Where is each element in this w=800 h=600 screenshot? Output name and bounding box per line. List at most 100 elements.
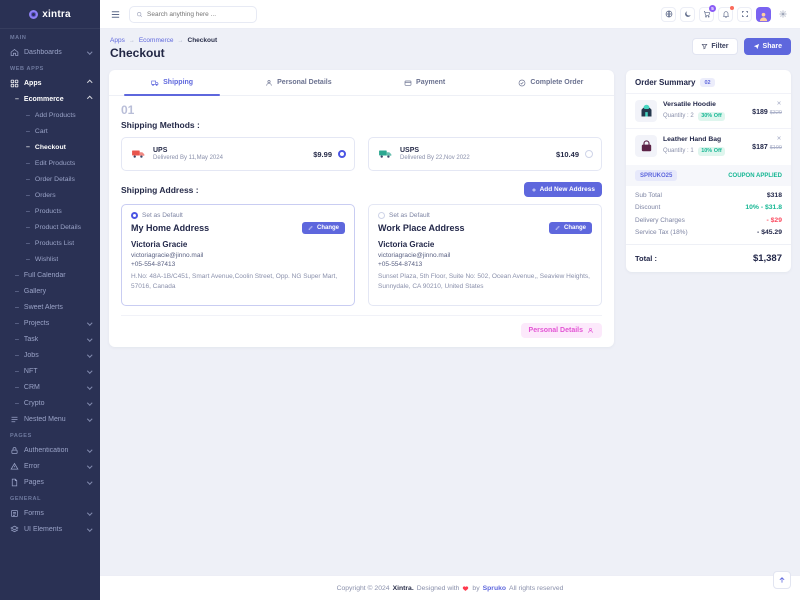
method-radio-selected[interactable] (338, 150, 346, 158)
nested-menu-icon (10, 415, 19, 424)
address-title: Work Place Address (378, 223, 465, 233)
sidebar-item-products-list[interactable]: Products List (0, 235, 100, 251)
sidebar-item-product-details[interactable]: Product Details (0, 219, 100, 235)
share-button[interactable]: Share (744, 38, 791, 55)
language-button[interactable] (661, 7, 676, 22)
sidebar-item-ecommerce[interactable]: Ecommerce (0, 91, 100, 107)
change-address-button[interactable]: Change (302, 222, 345, 234)
user-avatar[interactable] (756, 7, 771, 22)
brand-logo-icon (29, 10, 38, 19)
coupon-status: COUPON APPLIED (728, 173, 782, 179)
global-search[interactable] (129, 6, 257, 23)
breadcrumb-arrow-icon: → (129, 38, 135, 44)
search-input[interactable] (147, 11, 250, 18)
address-card-work[interactable]: Set as Default Work Place Address Change… (368, 204, 602, 306)
sidebar-item-gallery[interactable]: Gallery (0, 283, 100, 299)
sidebar: xintra MAIN Dashboards WEB APPS Apps Eco… (0, 0, 100, 600)
scroll-to-top-button[interactable] (773, 571, 791, 589)
sidebar-item-label: Ecommerce (24, 96, 64, 103)
sidebar-item-cart[interactable]: Cart (0, 123, 100, 139)
sidebar-item-projects[interactable]: Projects (0, 315, 100, 331)
checkout-wizard-card: Shipping Personal Details Payment Comple… (109, 70, 614, 347)
dark-mode-button[interactable] (680, 7, 695, 22)
total-value: $1,387 (753, 253, 782, 264)
brand-logo[interactable]: xintra (0, 0, 100, 29)
sidebar-item-label: CRM (24, 384, 40, 391)
sidebar-item-task[interactable]: Task (0, 331, 100, 347)
fullscreen-button[interactable] (737, 7, 752, 22)
sidebar-item-sweet-alerts[interactable]: Sweet Alerts (0, 299, 100, 315)
sidebar-item-authentication[interactable]: Authentication (0, 442, 100, 458)
add-new-address-button[interactable]: Add New Address (524, 182, 602, 197)
shipping-method-usps[interactable]: USPS Delivered By 22,Nov 2022 $10.49 (368, 137, 602, 171)
sidebar-item-products[interactable]: Products (0, 203, 100, 219)
tab-payment[interactable]: Payment (362, 70, 488, 95)
recipient-address: Sunset Plaza, 5th Floor, Suite No: 502, … (378, 272, 592, 292)
sidebar-item-edit-products[interactable]: Edit Products (0, 155, 100, 171)
sidebar-item-crypto[interactable]: Crypto (0, 395, 100, 411)
recipient-phone: +05-554-87413 (378, 261, 592, 268)
sidebar-item-apps[interactable]: Apps (0, 75, 100, 91)
sidebar-item-ui-elements[interactable]: UI Elements (0, 521, 100, 537)
recipient-name: Victoria Gracie (131, 240, 345, 249)
chevron-down-icon (87, 417, 92, 422)
summary-row-tax: Service Tax (18%)- $45.29 (626, 224, 791, 237)
page-toolbar: Filter Share (692, 38, 791, 55)
remove-item-icon[interactable] (776, 135, 782, 141)
recipient-name: Victoria Gracie (378, 240, 592, 249)
summary-label: Sub Total (635, 192, 662, 199)
sidebar-item-wishlist[interactable]: Wishlist (0, 251, 100, 267)
footer-designed: Designed with (417, 585, 460, 592)
footer-author-link[interactable]: Spruko (483, 585, 506, 592)
tab-label: Complete Order (530, 79, 583, 86)
sidebar-item-forms[interactable]: Forms (0, 505, 100, 521)
sidebar-item-add-products[interactable]: Add Products (0, 107, 100, 123)
shipping-methods: UPS Delivered By 11,May 2024 $9.99 USPS … (121, 137, 602, 171)
sidebar-item-crm[interactable]: CRM (0, 379, 100, 395)
sidebar-item-jobs[interactable]: Jobs (0, 347, 100, 363)
cart-button[interactable]: 5 (699, 7, 714, 22)
shipping-method-ups[interactable]: UPS Delivered By 11,May 2024 $9.99 (121, 137, 355, 171)
pencil-icon (308, 225, 314, 231)
breadcrumb-ecommerce[interactable]: Ecommerce (139, 37, 174, 44)
shipping-methods-title: Shipping Methods : (121, 120, 602, 130)
summary-label: Delivery Charges (635, 217, 685, 224)
sidebar-item-nested-menu[interactable]: Nested Menu (0, 411, 100, 427)
default-radio-selected[interactable] (131, 212, 138, 219)
recipient-email: victoriagracie@jinno.mail (378, 252, 592, 259)
check-circle-icon (518, 79, 526, 87)
sidebar-item-label: Pages (24, 479, 44, 486)
sidebar-item-nft[interactable]: NFT (0, 363, 100, 379)
change-address-button[interactable]: Change (549, 222, 592, 234)
tab-shipping[interactable]: Shipping (109, 70, 235, 95)
settings-button[interactable] (775, 7, 790, 22)
remove-item-icon[interactable] (776, 100, 782, 106)
hamburger-menu-icon[interactable] (110, 9, 121, 20)
product-old-price: $199 (770, 145, 782, 151)
wizard-tabs: Shipping Personal Details Payment Comple… (109, 70, 614, 96)
sidebar-item-dashboards[interactable]: Dashboards (0, 44, 100, 60)
person-icon (265, 79, 273, 87)
sidebar-item-label: Gallery (24, 288, 46, 295)
sidebar-item-pages[interactable]: Pages (0, 474, 100, 490)
method-radio[interactable] (585, 150, 593, 158)
product-quantity: Quantity : 2 (663, 113, 694, 119)
tab-personal-details[interactable]: Personal Details (235, 70, 361, 95)
sidebar-item-orders[interactable]: Orders (0, 187, 100, 203)
filter-button[interactable]: Filter (692, 38, 737, 55)
default-radio[interactable] (378, 212, 385, 219)
sidebar-item-full-calendar[interactable]: Full Calendar (0, 267, 100, 283)
sidebar-item-checkout[interactable]: Checkout (0, 139, 100, 155)
chevron-up-icon (87, 81, 92, 86)
address-card-home[interactable]: Set as Default My Home Address Change Vi… (121, 204, 355, 306)
form-icon (10, 509, 19, 518)
product-quantity: Quantity : 1 (663, 148, 694, 154)
sidebar-item-label: Cart (35, 128, 48, 135)
sidebar-item-error[interactable]: Error (0, 458, 100, 474)
breadcrumb-apps[interactable]: Apps (110, 37, 125, 44)
notifications-button[interactable] (718, 7, 733, 22)
sidebar-item-order-details[interactable]: Order Details (0, 171, 100, 187)
tab-complete-order[interactable]: Complete Order (488, 70, 614, 95)
next-step-personal-details-button[interactable]: Personal Details (521, 323, 602, 338)
change-label: Change (317, 225, 339, 231)
